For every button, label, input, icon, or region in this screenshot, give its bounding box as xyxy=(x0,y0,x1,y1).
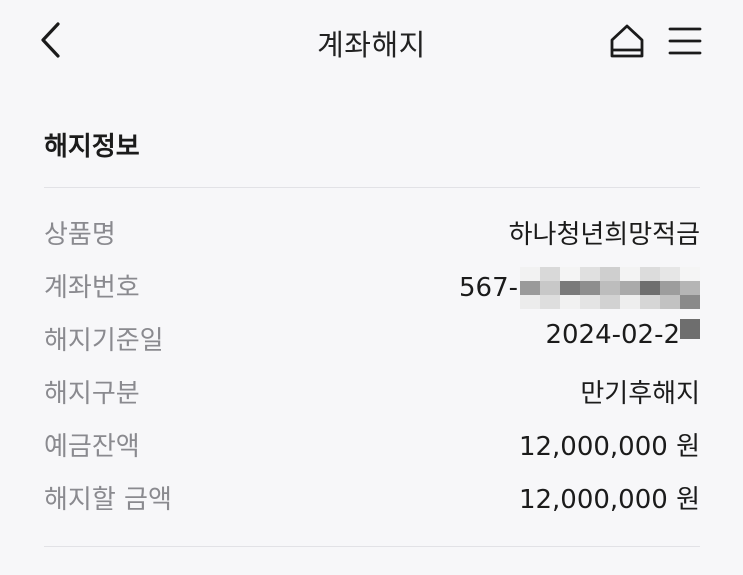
termination-date-redaction xyxy=(680,319,700,339)
row-termination-amount: 해지할 금액 12,000,000 원 xyxy=(44,471,700,524)
termination-date-label: 해지기준일 xyxy=(44,326,164,356)
termination-amount-label: 해지할 금액 xyxy=(44,485,172,515)
product-name-label: 상품명 xyxy=(44,220,116,250)
termination-type-value: 만기후해지 xyxy=(580,379,700,409)
home-icon xyxy=(610,24,644,58)
row-termination-date: 해지기준일 2024-02-2 xyxy=(44,312,700,365)
account-number-prefix: 567- xyxy=(458,273,518,303)
account-number-redaction xyxy=(520,267,700,309)
home-button[interactable] xyxy=(606,20,648,62)
account-number-label: 계좌번호 xyxy=(44,273,140,303)
divider xyxy=(44,187,700,188)
row-account-number: 계좌번호 567- xyxy=(44,259,700,312)
section-title: 해지정보 xyxy=(44,132,140,162)
menu-button[interactable] xyxy=(664,20,706,62)
row-product-name: 상품명 하나청년희망적금 xyxy=(44,206,700,259)
app-header: 계좌해지 xyxy=(0,0,743,82)
product-name-value: 하나청년희망적금 xyxy=(508,220,700,250)
termination-info-list: 상품명 하나청년희망적금 계좌번호 567- 해지기준일 2024-02-2 해… xyxy=(44,206,700,524)
account-number-value: 567- xyxy=(459,267,700,309)
termination-date-text: 2024-02-2 xyxy=(545,320,680,350)
deposit-balance-value: 12,000,000 원 xyxy=(518,432,700,462)
divider xyxy=(44,546,700,547)
termination-type-label: 해지구분 xyxy=(44,379,140,409)
deposit-balance-label: 예금잔액 xyxy=(44,432,140,462)
row-termination-type: 해지구분 만기후해지 xyxy=(44,365,700,418)
hamburger-menu-icon xyxy=(668,27,702,55)
row-deposit-balance: 예금잔액 12,000,000 원 xyxy=(44,418,700,471)
termination-date-value: 2024-02-2 xyxy=(545,319,700,350)
termination-amount-value: 12,000,000 원 xyxy=(518,485,700,515)
